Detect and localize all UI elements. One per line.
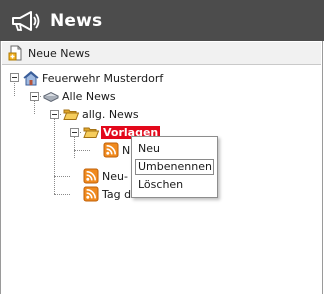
megaphone-icon [12,11,40,31]
context-menu-item-new[interactable]: Neu [135,141,214,157]
rss-icon [83,168,99,184]
tree-node-new-item[interactable]: Neu- [83,167,128,185]
tree-label-all-news: Alle News [62,89,116,103]
app-header: News [0,0,324,41]
tree-label-root: Feuerwehr Musterdorf [42,71,164,85]
context-menu-item-rename[interactable]: Umbenennen [135,159,214,175]
tree-node-root[interactable]: Feuerwehr Musterdorf [23,69,163,87]
rss-icon [103,142,119,158]
collapse-toggle-root[interactable] [10,73,19,82]
new-news-label: Neue News [28,46,90,60]
add-document-icon [8,45,22,61]
folder-open-icon [83,127,99,138]
collapse-toggle-templates[interactable] [70,128,79,137]
folder-open-icon [63,109,79,120]
database-icon [43,91,59,103]
collapse-toggle-all-news[interactable] [30,92,39,101]
context-menu-item-delete[interactable]: Löschen [135,177,214,193]
tree-label-general-news: allg. News [82,107,139,121]
tree-node-all-news[interactable]: Alle News [43,87,116,105]
page-title: News [50,11,103,31]
tree-label-template-child: N [122,143,131,157]
new-news-button[interactable]: Neue News [8,45,90,61]
toolbar: Neue News [2,42,321,65]
rss-icon [83,186,99,202]
tree-node-general-news[interactable]: allg. News [63,105,139,123]
collapse-toggle-general-news[interactable] [50,110,59,119]
context-menu: Neu Umbenennen Löschen [131,136,218,198]
tree-node-template-child[interactable]: N [103,141,130,159]
tree-label-new-item: Neu- [102,169,128,183]
home-icon [23,70,39,86]
